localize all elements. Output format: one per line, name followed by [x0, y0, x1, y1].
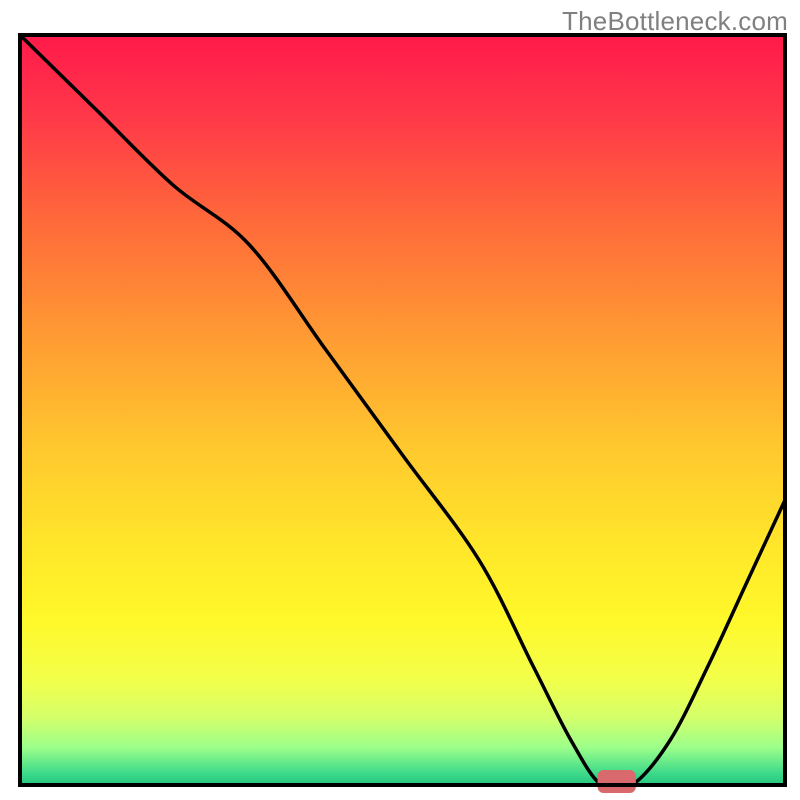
optimal-marker [598, 770, 636, 793]
watermark-label: TheBottleneck.com [562, 6, 788, 37]
plot-area [20, 35, 785, 793]
bottleneck-chart [0, 0, 800, 800]
chart-canvas: TheBottleneck.com [0, 0, 800, 800]
